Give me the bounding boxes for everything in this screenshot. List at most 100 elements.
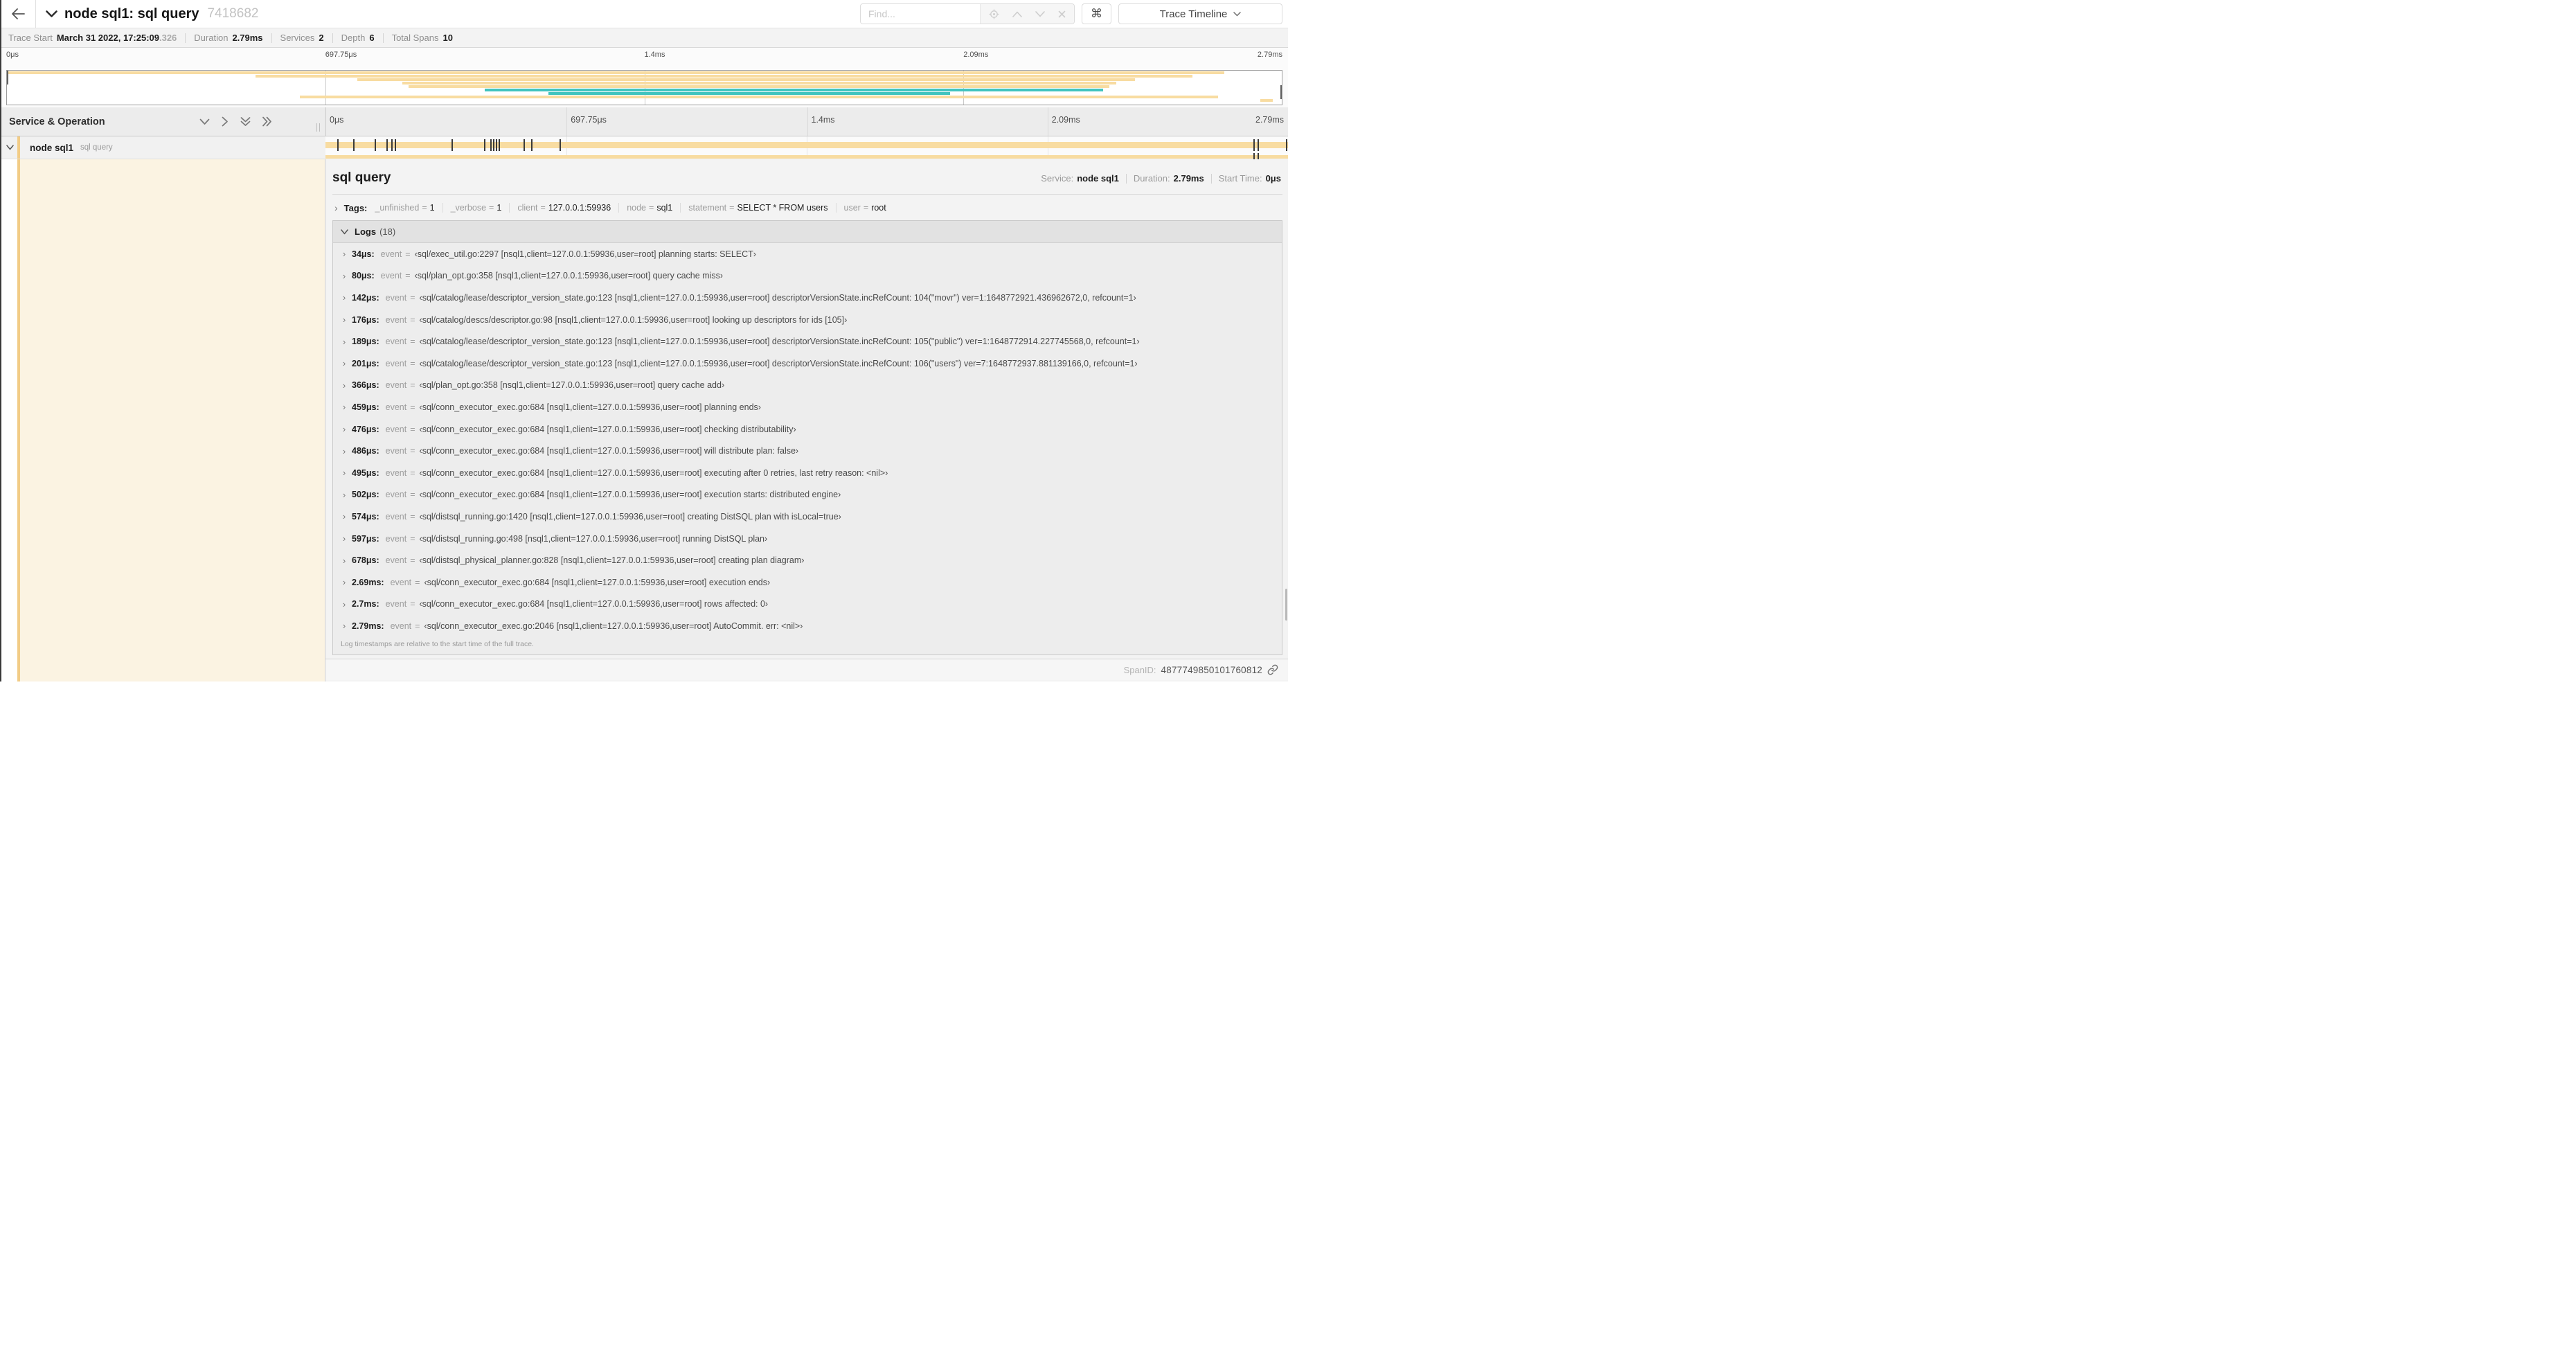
trace-collapse-chevron-icon[interactable]: [46, 10, 57, 18]
vertical-scrollbar-thumb[interactable]: [1285, 589, 1287, 621]
log-field-key: event: [385, 446, 407, 456]
expand-all-icon[interactable]: [262, 116, 272, 127]
view-selector-button[interactable]: Trace Timeline: [1118, 3, 1282, 24]
log-timestamp: 486μs:: [352, 446, 379, 456]
span-detail-panel: sql query Service: node sql1 Duration: 2.79…: [325, 159, 1288, 682]
log-expand-chevron-icon[interactable]: ›: [337, 599, 352, 609]
log-entry[interactable]: › 459μs: event = ‹sql/conn_executor_exec.go:…: [333, 396, 1282, 418]
trace-info-value: 6: [369, 33, 375, 43]
minimap-right-handle[interactable]: [1280, 85, 1282, 99]
log-entry[interactable]: › 678μs: event = ‹sql/distsql_physical_plann…: [333, 549, 1282, 571]
detail-row-span-bar[interactable]: [325, 155, 1288, 159]
log-expand-chevron-icon[interactable]: ›: [337, 380, 352, 391]
log-expand-chevron-icon[interactable]: ›: [337, 292, 352, 303]
trace-info-value: 2: [319, 33, 324, 43]
log-expand-chevron-icon[interactable]: ›: [337, 314, 352, 325]
span-detail-title[interactable]: sql query: [332, 170, 391, 186]
minimap-left-handle[interactable]: [7, 71, 8, 84]
log-expand-chevron-icon[interactable]: ›: [337, 555, 352, 566]
tags-row[interactable]: › Tags: _unfinished = 1 _verbose = 1 client = 12…: [332, 201, 1282, 215]
log-marker-tick: [353, 139, 355, 151]
timeline-tick-header: 0μs 697.75μs 1.4ms 2.09ms 2.79ms: [325, 107, 1288, 136]
log-timestamp: 502μs:: [352, 490, 379, 500]
log-expand-chevron-icon[interactable]: ›: [337, 577, 352, 587]
log-entry[interactable]: › 176μs: event = ‹sql/catalog/descs/descript…: [333, 309, 1282, 331]
trace-info-value: 10: [442, 33, 453, 43]
log-entry[interactable]: › 574μs: event = ‹sql/distsql_running.go:142…: [333, 506, 1282, 528]
log-timestamp: 366μs:: [352, 380, 379, 391]
separator: [835, 203, 837, 213]
log-field-key: event: [385, 358, 407, 368]
span-collapse-chevron-icon[interactable]: [6, 145, 14, 150]
log-expand-chevron-icon[interactable]: ›: [337, 424, 352, 434]
log-message: ‹sql/conn_executor_exec.go:2046 [nsql1,c…: [424, 621, 803, 631]
equals-sign: =: [649, 203, 654, 213]
trace-info-value: March 31 2022, 17:25:09: [56, 33, 159, 43]
log-timestamp: 176μs:: [352, 314, 379, 325]
collapse-one-icon[interactable]: [199, 118, 210, 125]
back-button[interactable]: [0, 0, 36, 28]
tags-expand-chevron-icon[interactable]: ›: [334, 202, 338, 213]
log-expand-chevron-icon[interactable]: ›: [337, 358, 352, 368]
tag-item: client = 127.0.0.1:59936: [517, 203, 611, 213]
span-duration-bar[interactable]: [325, 142, 1288, 148]
clear-search-icon[interactable]: [1058, 10, 1066, 18]
log-expand-chevron-icon[interactable]: ›: [337, 337, 352, 347]
tag-value: root: [871, 203, 886, 213]
keyboard-shortcuts-button[interactable]: ⌘: [1082, 3, 1111, 24]
separator: [442, 203, 443, 213]
log-entry[interactable]: › 502μs: event = ‹sql/conn_executor_exec.go:…: [333, 484, 1282, 506]
logs-label: Logs: [355, 226, 377, 237]
log-expand-chevron-icon[interactable]: ›: [337, 490, 352, 500]
log-entry[interactable]: › 34μs: event = ‹sql/exec_util.go:2297 [nsql…: [333, 243, 1282, 265]
log-field-key: event: [385, 490, 407, 500]
log-marker-tick: [492, 139, 494, 151]
find-input[interactable]: [861, 4, 980, 24]
log-expand-chevron-icon[interactable]: ›: [337, 621, 352, 631]
log-entry[interactable]: › 2.69ms: event = ‹sql/conn_executor_exec.go…: [333, 571, 1282, 594]
log-expand-chevron-icon[interactable]: ›: [337, 533, 352, 544]
log-field-key: event: [390, 621, 412, 631]
log-expand-chevron-icon[interactable]: ›: [337, 467, 352, 478]
span-detail-area: sql query Service: node sql1 Duration: 2.79…: [0, 159, 1288, 682]
log-entry[interactable]: › 476μs: event = ‹sql/conn_executor_exec.go:…: [333, 418, 1282, 440]
log-entry[interactable]: › 142μs: event = ‹sql/catalog/lease/descript…: [333, 287, 1282, 309]
expand-one-icon[interactable]: [222, 116, 229, 127]
minimap-canvas[interactable]: [6, 70, 1282, 105]
prev-result-icon[interactable]: [1012, 11, 1022, 17]
tag-value: 1: [497, 203, 502, 213]
log-entry[interactable]: › 2.7ms: event = ‹sql/conn_executor_exec.go:…: [333, 594, 1282, 616]
log-entry[interactable]: › 486μs: event = ‹sql/conn_executor_exec.go:…: [333, 440, 1282, 462]
span-row-label[interactable]: node sql1 sql query: [0, 136, 325, 159]
log-expand-chevron-icon[interactable]: ›: [337, 249, 352, 259]
next-result-icon[interactable]: [1035, 10, 1045, 17]
logs-collapse-chevron-icon[interactable]: [341, 229, 348, 235]
equals-sign: =: [540, 203, 546, 213]
log-expand-chevron-icon[interactable]: ›: [337, 402, 352, 412]
log-entry[interactable]: › 495μs: event = ‹sql/conn_executor_exec.go:…: [333, 462, 1282, 484]
log-entry[interactable]: › 2.79ms: event = ‹sql/conn_executor_exec.go…: [333, 615, 1282, 637]
log-expand-chevron-icon[interactable]: ›: [337, 446, 352, 456]
equals-sign: =: [410, 314, 415, 325]
log-message: ‹sql/distsql_running.go:1420 [nsql1,clie…: [419, 511, 841, 522]
log-marker-tick: [395, 139, 397, 151]
log-entry[interactable]: › 597μs: event = ‹sql/distsql_running.go:498…: [333, 528, 1282, 550]
collapse-all-icon[interactable]: [240, 116, 251, 127]
locate-icon[interactable]: [989, 8, 999, 19]
log-expand-chevron-icon[interactable]: ›: [337, 511, 352, 522]
timeline-tick-label: 697.75μs: [571, 115, 607, 125]
logs-header[interactable]: Logs (18): [333, 221, 1282, 243]
column-resize-grip[interactable]: [316, 123, 320, 132]
minimap-span: [7, 71, 1225, 75]
deep-link-icon[interactable]: [1267, 664, 1278, 675]
span-row-timeline[interactable]: [325, 136, 1288, 159]
equals-sign: =: [410, 424, 415, 434]
window-left-edge: [0, 0, 1, 682]
log-entry[interactable]: › 80μs: event = ‹sql/plan_opt.go:358 [nsql1,…: [333, 265, 1282, 287]
log-expand-chevron-icon[interactable]: ›: [337, 271, 352, 281]
log-entry[interactable]: › 201μs: event = ‹sql/catalog/lease/descript…: [333, 353, 1282, 375]
trace-info-label: Duration: [194, 33, 229, 43]
service-operation-header: Service & Operation: [0, 107, 325, 136]
log-entry[interactable]: › 189μs: event = ‹sql/catalog/lease/descript…: [333, 330, 1282, 353]
log-entry[interactable]: › 366μs: event = ‹sql/plan_opt.go:358 [nsql1…: [333, 375, 1282, 397]
